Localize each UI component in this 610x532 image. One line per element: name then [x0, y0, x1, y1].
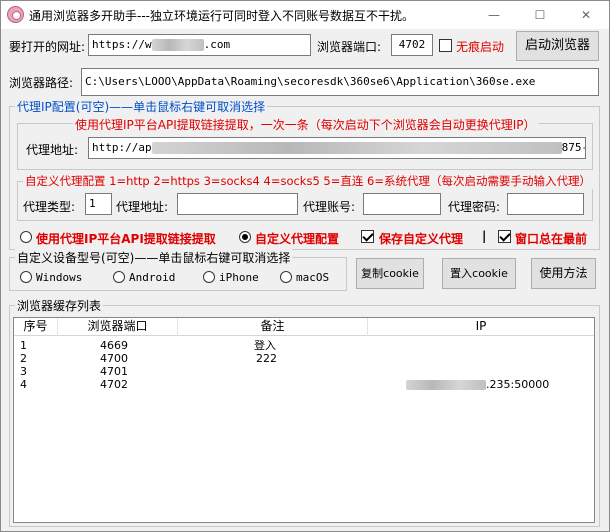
launch-browser-button[interactable]: 启动浏览器 [516, 31, 599, 61]
always-on-top-label: 窗口总在最前 [515, 232, 588, 246]
copy-cookie-button[interactable]: 复制cookie [356, 258, 424, 289]
header-note[interactable]: 备注 [178, 318, 368, 336]
redacted-ip [406, 380, 486, 390]
table-row[interactable]: 1 4669 登入 [14, 339, 594, 352]
title-bar: 通用浏览器多开助手---独立环境运行可同时登入不同账号数据互不干扰。 — ☐ ✕ [1, 1, 609, 29]
proxy-type-input[interactable]: 1 [85, 193, 112, 215]
device-android-label: Android [129, 271, 176, 284]
device-windows-label: Windows [36, 271, 83, 284]
row-ip-value: .235:50000 [486, 378, 550, 391]
save-custom-proxy-checkbox[interactable] [361, 230, 374, 243]
browser-path-input[interactable]: C:\Users\LOOO\AppData\Roaming\secoresdk\… [81, 68, 599, 96]
table-header: 序号 浏览器端口 备注 IP [14, 318, 594, 336]
table-row[interactable]: 2 4700 222 [14, 352, 594, 365]
row-port: 4669 [100, 339, 128, 352]
device-macos-label: macOS [296, 271, 330, 284]
custom-proxy-address-input[interactable] [177, 193, 298, 215]
help-button[interactable]: 使用方法 [531, 258, 596, 289]
row-index: 3 [20, 365, 27, 378]
row-index: 1 [20, 339, 27, 352]
row-note: 登入 [254, 339, 276, 352]
use-api-label: 使用代理IP平台API提取链接提取 [36, 232, 216, 246]
cache-table[interactable]: 序号 浏览器端口 备注 IP 1 4669 登入 2 4700 222 3 47… [13, 317, 595, 523]
header-port[interactable]: 浏览器端口 [58, 318, 178, 336]
app-icon [7, 6, 24, 23]
api-proxy-value-tail: 875- [561, 141, 586, 154]
url-value-tail: .com [203, 38, 231, 51]
port-input[interactable]: 4702 [391, 34, 433, 56]
header-ip[interactable]: IP [368, 318, 594, 336]
always-on-top-checkbox[interactable] [498, 230, 511, 243]
row-index: 2 [20, 352, 27, 365]
port-label: 浏览器端口: [317, 40, 382, 54]
table-row[interactable]: 4 4702 .235:50000 [14, 378, 594, 391]
minimize-icon[interactable]: — [471, 1, 517, 29]
close-icon[interactable]: ✕ [563, 1, 609, 29]
main-window: 通用浏览器多开助手---独立环境运行可同时登入不同账号数据互不干扰。 — ☐ ✕… [0, 0, 610, 532]
incognito-checkbox[interactable] [439, 39, 452, 52]
table-row[interactable]: 3 4701 [14, 365, 594, 378]
redacted-url [151, 39, 204, 51]
row-ip: .235:50000 [406, 378, 549, 391]
save-custom-proxy-label: 保存自定义代理 [379, 232, 464, 246]
set-cookie-button[interactable]: 置入cookie [442, 258, 516, 289]
device-windows-radio[interactable] [20, 271, 32, 283]
url-input[interactable]: https://w .com [88, 34, 311, 56]
row-note: 222 [256, 352, 277, 365]
header-index[interactable]: 序号 [14, 318, 58, 336]
url-label: 要打开的网址: [9, 40, 86, 54]
row-port: 4701 [100, 365, 128, 378]
custom-proxy-title: 自定义代理配置 1=http 2=https 3=socks4 4=socks5… [23, 173, 593, 189]
url-value: https://w [92, 38, 152, 51]
row-port: 4700 [100, 352, 128, 365]
device-android-radio[interactable] [113, 271, 125, 283]
maximize-icon[interactable]: ☐ [517, 1, 563, 29]
path-label: 浏览器路径: [9, 76, 74, 90]
proxy-account-label: 代理账号: [303, 200, 356, 214]
proxy-address-label: 代理地址: [26, 143, 79, 157]
row-index: 4 [20, 378, 27, 391]
custom-proxy-radio[interactable] [239, 231, 251, 243]
proxy-group-title: 代理IP配置(可空)——单击鼠标右键可取消选择 [15, 98, 268, 115]
api-proxy-hint: 使用代理IP平台API提取链接提取，一次一条（每次启动下个浏览器会自动更换代理I… [73, 116, 538, 133]
proxy-password-label: 代理密码: [448, 200, 501, 214]
device-macos-radio[interactable] [280, 271, 292, 283]
use-api-radio[interactable] [20, 231, 32, 243]
custom-proxy-radio-label: 自定义代理配置 [255, 232, 340, 246]
proxy-password-input[interactable] [507, 193, 584, 215]
options-separator: | [482, 229, 487, 243]
api-proxy-value: http://ap [92, 141, 152, 154]
device-group-title: 自定义设备型号(可空)——单击鼠标右键可取消选择 [15, 249, 293, 266]
api-proxy-address-input[interactable]: http://ap 875- [88, 137, 586, 159]
redacted-proxy-url [151, 142, 562, 154]
window-title: 通用浏览器多开助手---独立环境运行可同时登入不同账号数据互不干扰。 [29, 9, 414, 23]
incognito-label: 无痕启动 [456, 40, 505, 54]
proxy-type-label: 代理类型: [23, 200, 76, 214]
device-iphone-label: iPhone [219, 271, 259, 284]
cache-group-title: 浏览器缓存列表 [15, 297, 104, 314]
row-port: 4702 [100, 378, 128, 391]
device-iphone-radio[interactable] [203, 271, 215, 283]
custom-proxy-address-label: 代理地址: [116, 200, 169, 214]
proxy-account-input[interactable] [363, 193, 441, 215]
